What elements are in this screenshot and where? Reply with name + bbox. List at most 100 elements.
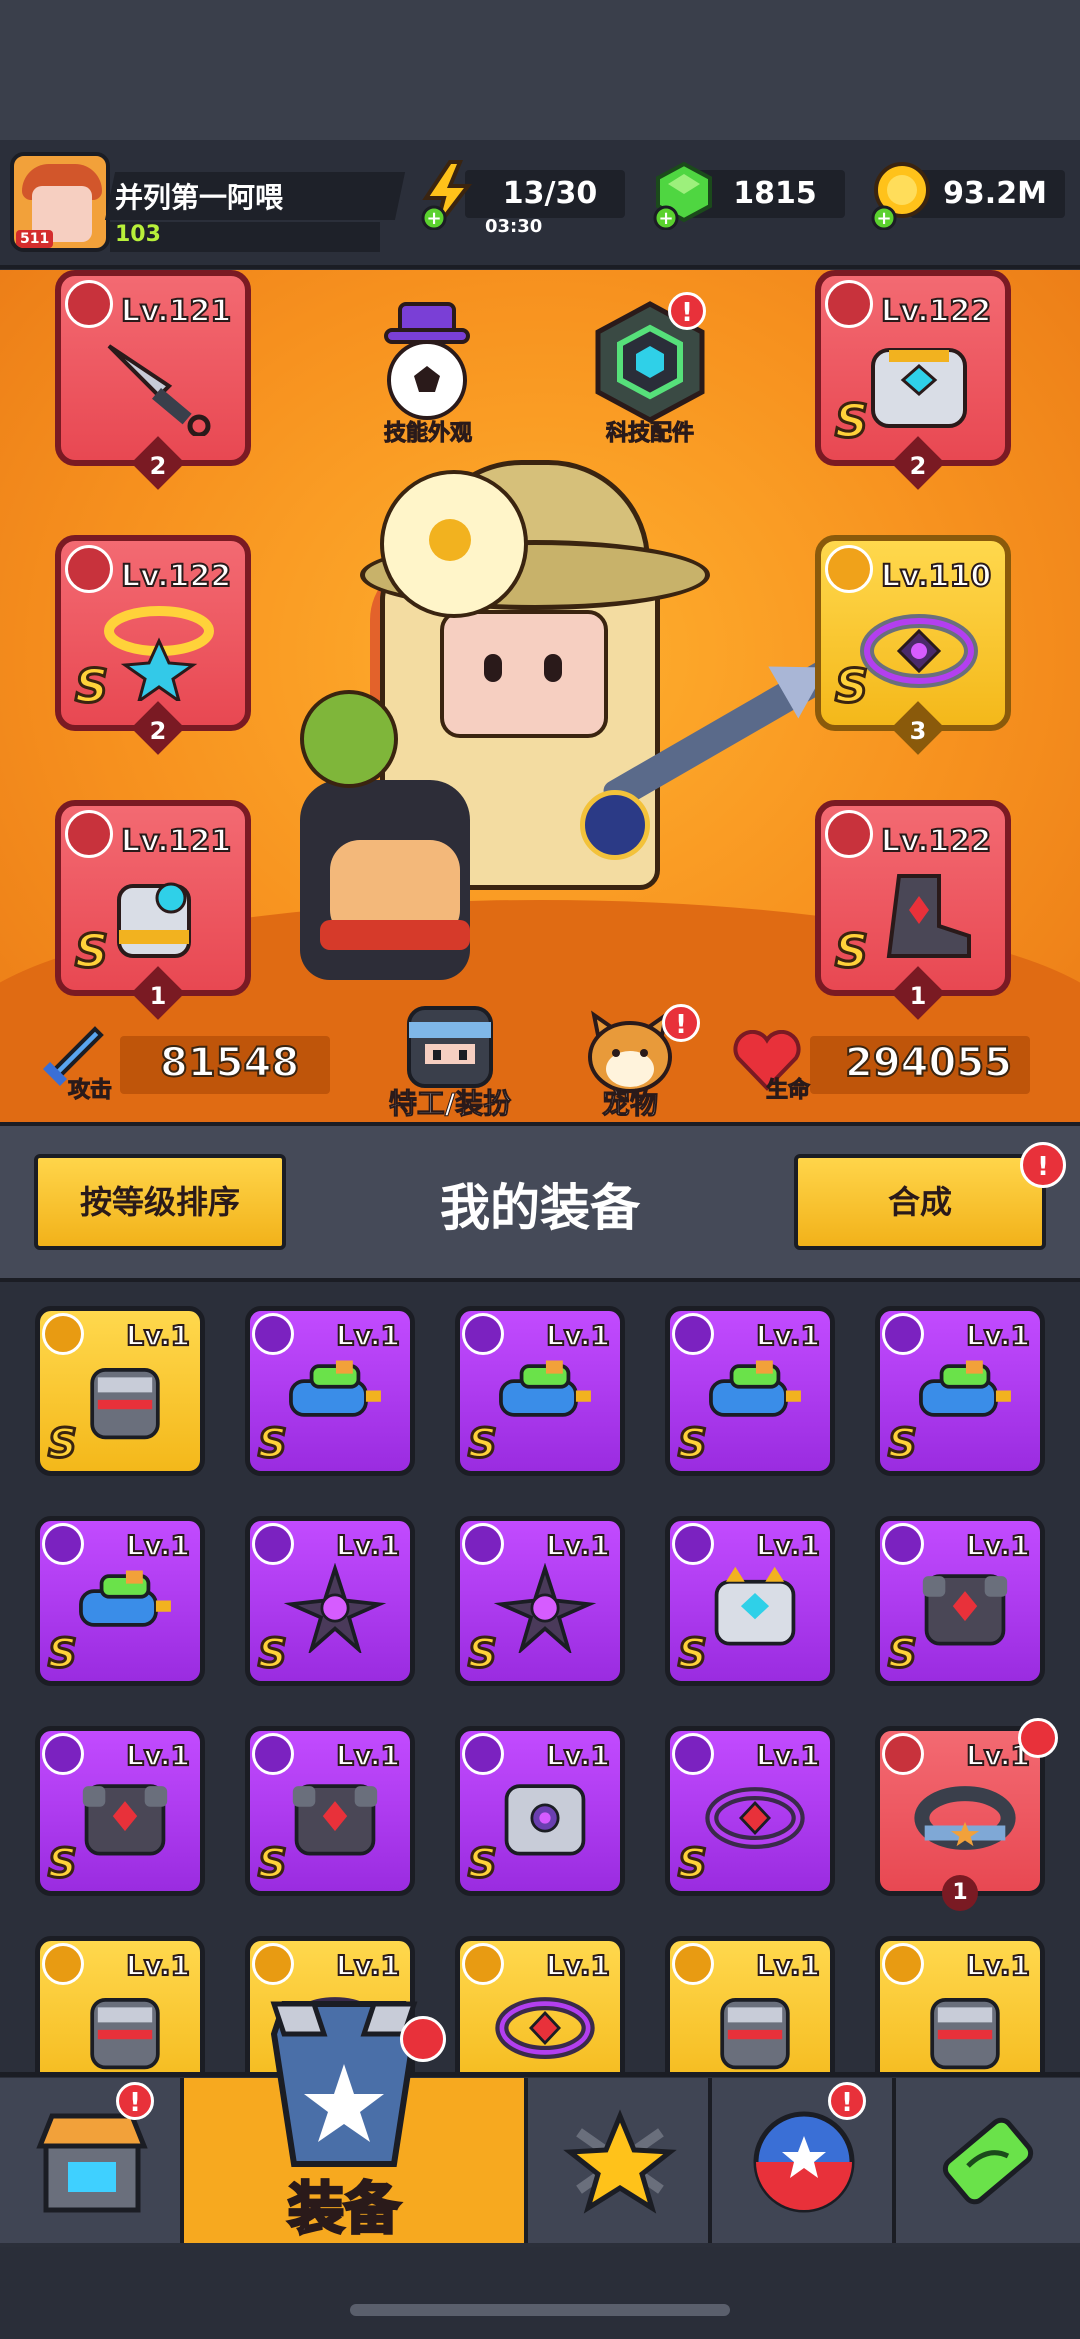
slot-count: 1	[149, 982, 167, 1010]
weapon-type-icon	[65, 280, 113, 328]
energy-value: 13/30	[502, 176, 598, 211]
pet-dog-scarf	[320, 920, 470, 950]
equipped-gloves-slot[interactable]: Lv.121 S 1	[55, 800, 251, 1020]
card-level: Lv.1	[545, 1948, 611, 1983]
equipment-card[interactable]: Lv.1	[665, 1936, 835, 2072]
belt-slot-icon	[462, 1943, 504, 1985]
equipment-card[interactable]: Lv.1 1	[875, 1726, 1045, 1911]
equipment-card[interactable]: Lv.1 S	[245, 1516, 415, 1686]
soccer-ball-icon	[384, 302, 470, 420]
slot-level: Lv.122	[880, 293, 992, 330]
card-level: Lv.1	[335, 1528, 401, 1563]
gloves-icon	[930, 1998, 1000, 2070]
merge-button[interactable]: 合成	[794, 1154, 1046, 1250]
shop-alert: !	[116, 2082, 154, 2120]
slot-grade: S	[833, 923, 869, 980]
robot-armor-icon	[714, 1566, 796, 1646]
water-gun-slot-icon	[42, 1523, 84, 1565]
card-grade: S	[677, 1840, 709, 1889]
equipment-card[interactable]: Lv.1 S	[665, 1516, 835, 1686]
attack-value: 81548	[159, 1039, 300, 1087]
equipment-card[interactable]: Lv.1 S	[455, 1516, 625, 1686]
card-level: Lv.1	[335, 1948, 401, 1983]
card-grade: S	[257, 1420, 289, 1469]
agent-button[interactable]	[395, 1000, 505, 1090]
gloves-type-icon	[65, 810, 113, 858]
equipped-belt-slot[interactable]: Lv.110 S 3	[815, 535, 1011, 755]
equipment-card[interactable]: Lv.1 S	[35, 1726, 205, 1896]
equipment-card[interactable]: Lv.1	[875, 1936, 1045, 2072]
belt-icon	[495, 1997, 595, 2059]
robot-armor-icon	[871, 348, 967, 428]
card-level: Lv.1	[755, 1948, 821, 1983]
new-item-badge	[1018, 1718, 1058, 1758]
sort-by-level-button[interactable]: 按等级排序	[34, 1154, 286, 1250]
nav-equipment[interactable]: 装备	[184, 2001, 528, 2244]
belt-type-icon	[825, 545, 873, 593]
lightning-icon[interactable]: +	[420, 160, 476, 230]
equipment-card[interactable]: Lv.1 S	[875, 1306, 1045, 1476]
slot-count: 2	[149, 452, 167, 480]
nav-talent[interactable]	[528, 2078, 712, 2243]
equipment-card[interactable]: Lv.1 S	[665, 1306, 835, 1476]
armor-type-icon	[825, 280, 873, 328]
equipped-weapon-slot[interactable]: Lv.121 2	[55, 270, 251, 490]
card-level: Lv.1	[965, 1318, 1031, 1353]
dark-armor-slot-icon	[252, 1733, 294, 1775]
equipped-necklace-slot[interactable]: Lv.122 S 2	[55, 535, 251, 755]
tech-parts-alert: !	[668, 292, 706, 330]
dark-boots-icon	[886, 874, 971, 958]
gloves-slot-icon	[882, 1943, 924, 1985]
equipment-card[interactable]: Lv.1 S	[875, 1516, 1045, 1686]
equipment-card[interactable]: Lv.1 S	[455, 1306, 625, 1476]
nav-skills[interactable]: !	[712, 2078, 896, 2243]
slot-level: Lv.122	[880, 823, 992, 860]
nav-shop[interactable]: !	[0, 2078, 184, 2243]
equipment-card[interactable]: Lv.1	[455, 1936, 625, 2072]
player-avatar[interactable]: 511	[10, 152, 110, 252]
belt-slot-icon	[252, 1943, 294, 1985]
equipment-card[interactable]: Lv.1	[35, 1936, 205, 2072]
equipped-boots-slot[interactable]: Lv.122 S 1	[815, 800, 1011, 1020]
slot-grade: S	[73, 923, 109, 980]
gems-value: 1815	[733, 176, 817, 211]
equipment-card[interactable]: Lv.1 S	[455, 1726, 625, 1896]
player-name: 并列第一阿喂	[115, 181, 284, 214]
star-necklace-icon	[104, 606, 214, 701]
star-belt-slot-icon	[882, 1733, 924, 1775]
boots-type-icon	[825, 810, 873, 858]
equipment-card[interactable]: Lv.1 S	[35, 1306, 205, 1476]
mech-gauntlet-icon	[117, 882, 191, 958]
my-equipment-title: 我的装备	[440, 1179, 640, 1237]
equipped-armor-slot[interactable]: Lv.122 S 2	[815, 270, 1011, 490]
equipment-card[interactable]: Lv.1 S	[245, 1726, 415, 1896]
water-gun-icon	[289, 1360, 381, 1417]
hero-face	[440, 610, 608, 738]
water-gun-slot-icon	[882, 1313, 924, 1355]
weapon-orb	[580, 790, 650, 860]
home-indicator[interactable]	[350, 2304, 730, 2316]
equipment-card[interactable]: Lv.1 S	[245, 1306, 415, 1476]
slot-level: Lv.122	[120, 558, 232, 595]
purple-belt-icon	[860, 614, 978, 688]
slot-grade: S	[833, 658, 869, 715]
water-gun-slot-icon	[462, 1313, 504, 1355]
water-gun-icon	[709, 1360, 801, 1417]
equipment-card[interactable]: Lv.1 S	[35, 1516, 205, 1686]
hp-label: 生命	[765, 1078, 811, 1104]
card-level: Lv.1	[965, 1528, 1031, 1563]
svg-text:+: +	[426, 208, 441, 229]
dna-capsule-icon	[942, 2117, 1034, 2205]
equipment-card[interactable]: Lv.1 S	[665, 1726, 835, 1896]
skill-skin-button[interactable]	[372, 300, 482, 425]
slot-count: 2	[149, 717, 167, 745]
card-level: Lv.1	[125, 1738, 191, 1773]
card-level: Lv.1	[125, 1528, 191, 1563]
card-level: Lv.1	[335, 1318, 401, 1353]
card-level: Lv.1	[125, 1318, 191, 1353]
card-count: 1	[942, 1875, 978, 1911]
nav-lab[interactable]	[896, 2078, 1080, 2243]
card-grade: S	[467, 1420, 499, 1469]
gloves-slot-icon	[42, 1943, 84, 1985]
coins-value: 93.2M	[943, 176, 1047, 211]
